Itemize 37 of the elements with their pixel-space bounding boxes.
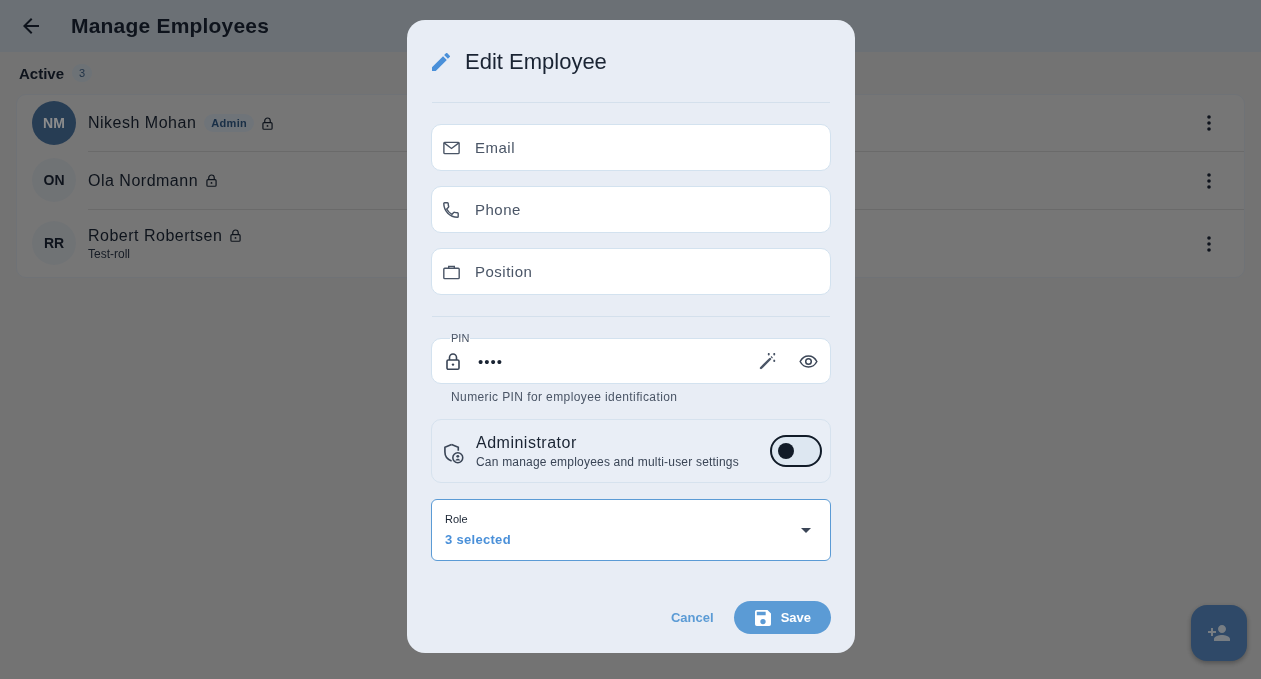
caret-icon: [801, 527, 811, 533]
employee-name[interactable]: Nikesh Mohan: [88, 114, 197, 132]
employee-name[interactable]: Robert Robertsen: [88, 226, 223, 245]
briefcase-icon: [443, 264, 460, 279]
count-badge: 3: [72, 64, 93, 82]
eye-icon[interactable]: [799, 354, 818, 368]
shield-person-icon: [443, 442, 464, 464]
save-button[interactable]: Save: [733, 601, 831, 634]
add-employee-button[interactable]: [1191, 605, 1247, 661]
role-select[interactable]: Role 3 selected: [431, 499, 831, 561]
page-title: Manage Employees: [71, 14, 270, 38]
mail-icon: [443, 141, 460, 154]
pin-value: ••••: [478, 352, 503, 370]
employee-name[interactable]: Ola Nordmann: [88, 171, 199, 190]
pin-label: PIN: [450, 332, 471, 345]
cancel-button[interactable]: Cancel: [665, 602, 720, 633]
administrator-description: Can manage employees and multi-user settings: [476, 454, 739, 469]
avatar: ON: [32, 158, 76, 202]
phone-field[interactable]: Phone: [431, 186, 831, 233]
administrator-toggle[interactable]: [770, 435, 822, 467]
magic-wand-icon[interactable]: [759, 352, 777, 370]
email-field[interactable]: Email: [431, 124, 831, 171]
role-badge: Admin: [204, 114, 254, 132]
person-plus-icon: [1208, 625, 1230, 641]
role-value: 3 selected: [445, 532, 511, 547]
avatar: NM: [32, 101, 76, 145]
role-label: Role: [445, 513, 468, 525]
position-field[interactable]: Position: [431, 248, 831, 295]
employee-role: Test-roll: [88, 246, 130, 261]
pencil-icon: [432, 53, 450, 71]
pin-hint: Numeric PIN for employee identification: [451, 390, 678, 405]
phone-icon: [443, 201, 459, 218]
lock-icon: [446, 352, 460, 370]
dialog-title: Edit Employee: [465, 49, 607, 75]
administrator-label: Administrator: [476, 433, 577, 452]
section-title: Active: [19, 64, 65, 82]
avatar: RR: [32, 221, 76, 265]
